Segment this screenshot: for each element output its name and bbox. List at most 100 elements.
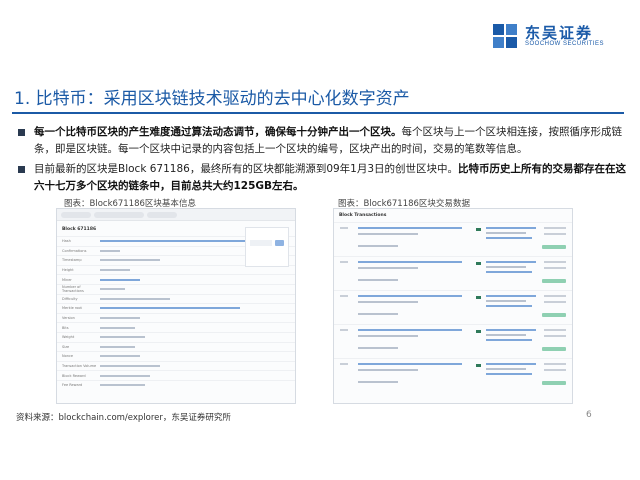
transaction-detail xyxy=(544,363,566,365)
transaction-detail xyxy=(358,381,398,383)
explorer-toolbar xyxy=(57,209,295,221)
block-info-value xyxy=(100,345,135,348)
transaction-detail xyxy=(486,373,532,375)
transaction-detail xyxy=(340,295,348,297)
transaction-detail xyxy=(486,300,526,302)
block-info-value xyxy=(100,374,150,377)
transaction-entry xyxy=(334,358,572,392)
transaction-detail xyxy=(358,347,398,349)
logo-name-en: SOOCHOW SECURITIES xyxy=(524,41,604,47)
block-info-label: Nonce xyxy=(62,354,74,359)
transaction-detail xyxy=(486,329,536,331)
block-info-row: Size xyxy=(57,341,295,352)
block-info-value xyxy=(100,249,120,252)
transaction-detail xyxy=(486,363,536,365)
block-info-label: Fee Reward xyxy=(62,383,83,388)
block-info-value xyxy=(100,269,130,272)
slide-title: 1. 比特币：采用区块链技术驱动的去中心化数字资产 xyxy=(14,89,410,109)
transaction-detail xyxy=(358,329,462,331)
transaction-detail xyxy=(340,363,348,365)
transaction-detail xyxy=(358,233,418,235)
transaction-detail xyxy=(486,271,532,273)
transaction-detail xyxy=(358,279,398,281)
bullet-item-2: 目前最新的区块是Block 671186，最终所有的区块都能溯源到09年1月3日… xyxy=(16,161,628,195)
transaction-detail xyxy=(358,335,418,337)
transaction-detail xyxy=(544,295,566,297)
block-info-label: Hash xyxy=(62,239,71,244)
title-divider xyxy=(12,112,624,114)
block-transactions-screenshot: Block Transactions xyxy=(333,208,573,404)
block-info-label: Block Reward xyxy=(62,373,86,378)
block-info-label: Version xyxy=(62,316,75,321)
block-info-label: Confirmations xyxy=(62,248,87,253)
transaction-detail xyxy=(340,261,348,263)
block-info-value xyxy=(100,384,145,387)
transaction-detail xyxy=(544,227,566,229)
bullet-square-icon xyxy=(18,129,25,136)
block-info-label: Height xyxy=(62,268,74,273)
transaction-detail xyxy=(340,329,348,331)
logo-mark-icon xyxy=(492,24,519,48)
transaction-detail xyxy=(486,261,536,263)
transaction-detail xyxy=(358,267,418,269)
arrow-right-icon xyxy=(476,228,481,231)
transaction-detail xyxy=(340,227,348,229)
transaction-detail xyxy=(544,261,566,263)
source-note: 资料来源：blockchain.com/explorer，东吴证券研究所 xyxy=(16,413,231,423)
block-info-row: Transaction Volume xyxy=(57,360,295,371)
transaction-detail xyxy=(542,245,566,249)
block-info-value xyxy=(100,297,170,300)
bullet-1-bold: 每一个比特币区块的产生难度通过算法动态调节，确保每十分钟产出一个区块。 xyxy=(34,126,402,138)
transaction-detail xyxy=(544,233,566,235)
transaction-detail xyxy=(486,295,536,297)
transactions-list xyxy=(334,222,572,392)
transaction-detail xyxy=(544,369,566,371)
arrow-right-icon xyxy=(476,330,481,333)
block-info-row: Merkle root xyxy=(57,303,295,313)
block-info-value xyxy=(100,307,240,310)
transaction-detail xyxy=(486,266,526,268)
transaction-detail xyxy=(542,279,566,283)
block-info-label: Number of Transactions xyxy=(62,285,84,294)
transactions-heading: Block Transactions xyxy=(339,213,387,218)
block-info-value xyxy=(100,355,140,358)
block-info-value xyxy=(100,336,145,339)
block-info-label: Merkle root xyxy=(62,306,82,311)
block-info-row: Fee Reward xyxy=(57,379,295,390)
transaction-detail xyxy=(358,313,398,315)
transaction-detail xyxy=(358,261,462,263)
block-info-label: Timestamp xyxy=(62,258,82,263)
transaction-detail xyxy=(542,347,566,351)
transaction-detail xyxy=(486,368,526,370)
logo-name-cn: 东吴证券 xyxy=(524,24,593,42)
transaction-detail xyxy=(542,381,566,385)
block-info-row: Number of Transactions xyxy=(57,283,295,294)
block-info-label: Bits xyxy=(62,325,69,330)
transaction-entry xyxy=(334,256,572,290)
block-info-value xyxy=(100,326,135,329)
arrow-right-icon xyxy=(476,364,481,367)
block-info-row: Bits xyxy=(57,322,295,332)
transaction-detail xyxy=(544,267,566,269)
transaction-detail xyxy=(358,295,462,297)
block-info-label: Transaction Volume xyxy=(62,364,97,369)
block-info-value xyxy=(100,365,160,368)
arrow-right-icon xyxy=(476,262,481,265)
transaction-detail xyxy=(486,339,532,341)
transaction-detail xyxy=(358,227,462,229)
block-info-row: Version xyxy=(57,312,295,323)
transaction-detail xyxy=(358,363,462,365)
bullet-2-text: 目前最新的区块是Block 671186，最终所有的区块都能溯源到09年1月3日… xyxy=(34,163,459,175)
footer-band xyxy=(0,452,640,480)
transaction-detail xyxy=(542,313,566,317)
transaction-detail xyxy=(486,232,526,234)
transaction-detail xyxy=(486,305,532,307)
transaction-entry xyxy=(334,324,572,358)
block-info-label: Size xyxy=(62,344,70,349)
bullet-list: 每一个比特币区块的产生难度通过算法动态调节，确保每十分钟产出一个区块。每个区块与… xyxy=(16,124,628,198)
block-info-row: Block Reward xyxy=(57,370,295,380)
transaction-detail xyxy=(544,329,566,331)
block-info-label: Miner xyxy=(62,277,72,282)
block-info-row: Miner xyxy=(57,274,295,284)
transaction-detail xyxy=(486,237,532,239)
